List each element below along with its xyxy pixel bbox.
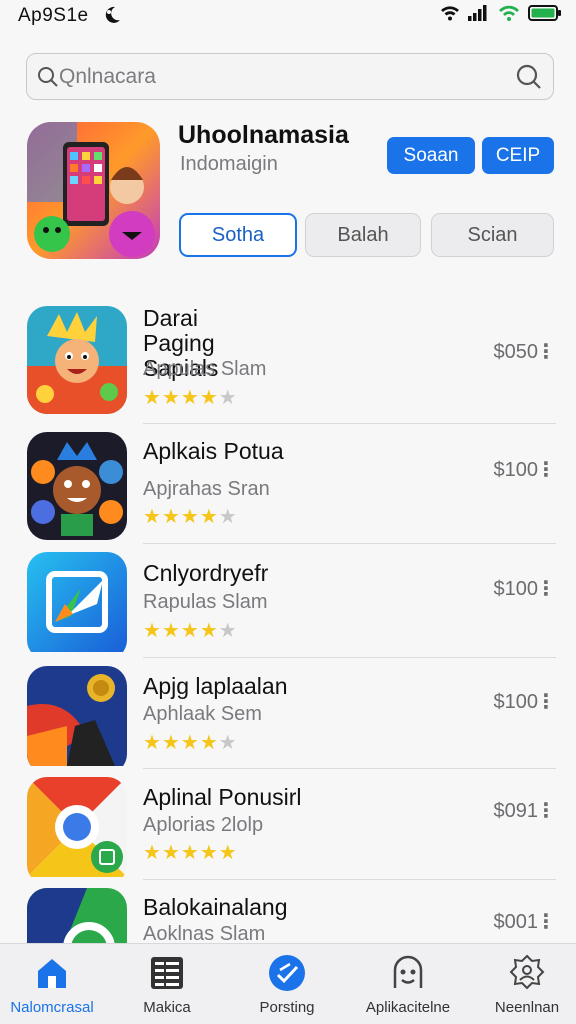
star-icon: ★ bbox=[161, 387, 180, 409]
tab-apps[interactable]: Aplikacitelne bbox=[353, 954, 463, 1016]
star-icon: ★ bbox=[199, 842, 218, 864]
more-icon[interactable]: ⋮ bbox=[536, 909, 556, 934]
app-developer: Aplorias 2lolp bbox=[143, 814, 264, 836]
star-icon: ★ bbox=[180, 506, 199, 528]
star-icon: ★ bbox=[199, 620, 218, 642]
app-developer: Rapulas Slam bbox=[143, 591, 268, 613]
tab-label: Porsting bbox=[259, 999, 315, 1016]
tab-label: Makica bbox=[143, 999, 191, 1016]
star-rating: ★ ★ ★ ★ ★ bbox=[143, 507, 237, 527]
star-icon: ★ bbox=[180, 620, 199, 642]
divider bbox=[143, 768, 556, 769]
tab-list[interactable]: Makica bbox=[112, 954, 222, 1016]
app-price[interactable]: $100 bbox=[494, 459, 539, 482]
app-developer: Apjrahas Sran bbox=[143, 478, 270, 500]
search-icon[interactable] bbox=[515, 63, 543, 91]
star-rating: ★ ★ ★ ★ ★ bbox=[143, 388, 237, 408]
filter-pill-1[interactable]: Sotha bbox=[179, 213, 297, 257]
wifi-icon bbox=[441, 6, 459, 21]
more-icon[interactable]: ⋮ bbox=[536, 798, 556, 823]
star-icon: ★ bbox=[143, 387, 161, 409]
search-placeholder: Qnlnacara bbox=[59, 65, 156, 88]
star-rating: ★ ★ ★ ★ ★ bbox=[143, 843, 237, 863]
star-rating: ★ ★ ★ ★ ★ bbox=[143, 621, 237, 641]
divider bbox=[143, 879, 556, 880]
star-icon: ★ bbox=[143, 620, 161, 642]
star-icon: ★ bbox=[143, 506, 161, 528]
star-icon: ★ bbox=[218, 842, 237, 864]
app-price[interactable]: $091 bbox=[494, 800, 539, 823]
star-icon: ★ bbox=[199, 506, 218, 528]
app-icon[interactable] bbox=[27, 552, 127, 660]
featured-app-subtitle: Indomaigin bbox=[180, 153, 278, 175]
star-icon: ★ bbox=[218, 387, 237, 409]
app-name: Balokainalang bbox=[143, 894, 288, 920]
divider bbox=[143, 543, 556, 544]
status-indicators bbox=[440, 5, 562, 21]
tab-bar: Nalomcrasal Makica Porsting Aplikaciteln… bbox=[0, 943, 576, 1024]
face-icon bbox=[393, 955, 423, 988]
star-icon: ★ bbox=[180, 387, 199, 409]
filter-pill-3[interactable]: Scian bbox=[431, 213, 554, 257]
app-developer: Aphlaak Sem bbox=[143, 703, 262, 725]
more-icon[interactable]: ⋮ bbox=[536, 576, 556, 601]
featured-secondary-button[interactable]: CEIP bbox=[482, 137, 554, 174]
app-name: Cnlyordryefr bbox=[143, 560, 269, 586]
check-circle-icon bbox=[269, 955, 305, 991]
status-bar: Ap9S1e bbox=[0, 0, 576, 34]
signal-icon bbox=[468, 5, 487, 21]
app-price[interactable]: $050 bbox=[494, 341, 539, 364]
filter-pill-2[interactable]: Balah bbox=[305, 213, 421, 257]
star-icon: ★ bbox=[218, 506, 237, 528]
battery-icon bbox=[528, 5, 561, 21]
app-icon[interactable] bbox=[27, 432, 127, 540]
star-rating: ★ ★ ★ ★ ★ bbox=[143, 733, 237, 753]
app-name: Aplkais Potua bbox=[143, 438, 284, 464]
tab-label: Neenlnan bbox=[494, 999, 560, 1016]
tab-home[interactable]: Nalomcrasal bbox=[0, 954, 107, 1016]
divider bbox=[143, 657, 556, 658]
wifi-green-icon bbox=[499, 5, 519, 21]
divider bbox=[143, 423, 556, 424]
tab-profile[interactable]: Neenlnan bbox=[472, 954, 576, 1016]
app-name: Aplinal Ponusirl bbox=[143, 784, 302, 810]
app-price[interactable]: $001 bbox=[494, 911, 539, 934]
tab-label: Aplikacitelne bbox=[365, 999, 451, 1016]
more-icon[interactable]: ⋮ bbox=[536, 339, 556, 364]
star-icon: ★ bbox=[143, 732, 161, 754]
status-time: Ap9S1e bbox=[18, 5, 89, 26]
star-icon: ★ bbox=[161, 506, 180, 528]
list-icon bbox=[151, 957, 183, 989]
tab-posting[interactable]: Porsting bbox=[232, 954, 342, 1016]
star-icon: ★ bbox=[180, 842, 199, 864]
search-input[interactable]: Qnlnacara bbox=[26, 53, 554, 100]
home-icon bbox=[38, 959, 66, 988]
more-icon[interactable]: ⋮ bbox=[536, 689, 556, 714]
star-icon: ★ bbox=[218, 620, 237, 642]
featured-app-icon[interactable] bbox=[27, 122, 160, 259]
app-name: Apjg laplaalan bbox=[143, 673, 288, 699]
star-icon: ★ bbox=[161, 842, 180, 864]
star-icon: ★ bbox=[161, 620, 180, 642]
app-developer: Appulas Slam bbox=[143, 358, 267, 380]
star-icon: ★ bbox=[199, 732, 218, 754]
tab-label: Nalomcrasal bbox=[10, 999, 94, 1016]
featured-app-title[interactable]: Uhoolnamasia bbox=[178, 121, 349, 150]
app-icon[interactable] bbox=[27, 666, 127, 774]
star-icon: ★ bbox=[180, 732, 199, 754]
app-icon[interactable] bbox=[27, 777, 127, 885]
moon-icon bbox=[105, 6, 120, 23]
star-icon: ★ bbox=[218, 732, 237, 754]
app-price[interactable]: $100 bbox=[494, 578, 539, 601]
search-icon bbox=[38, 67, 58, 87]
app-price[interactable]: $100 bbox=[494, 691, 539, 714]
badge-icon bbox=[509, 954, 545, 990]
star-icon: ★ bbox=[199, 387, 218, 409]
more-icon[interactable]: ⋮ bbox=[536, 457, 556, 482]
app-icon[interactable] bbox=[27, 306, 127, 414]
star-icon: ★ bbox=[143, 842, 161, 864]
featured-primary-button[interactable]: Soaan bbox=[387, 137, 475, 174]
star-icon: ★ bbox=[161, 732, 180, 754]
